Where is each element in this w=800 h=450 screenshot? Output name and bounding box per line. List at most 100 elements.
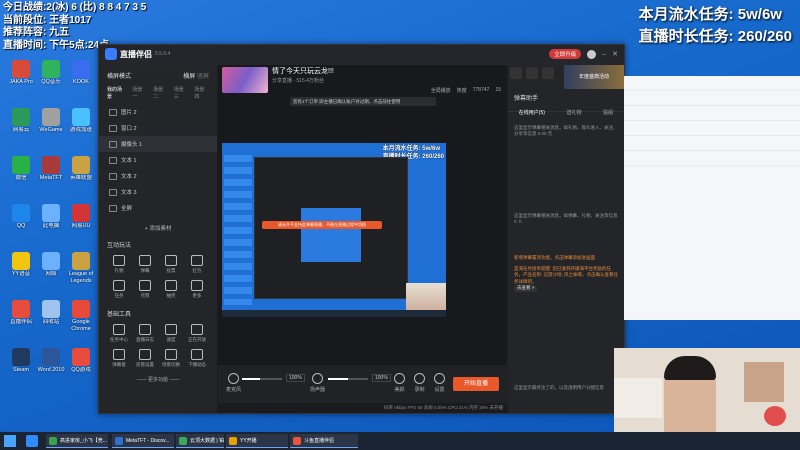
scene-item[interactable]: 全屏 bbox=[99, 200, 217, 216]
tab-scene[interactable]: 场景三 bbox=[174, 86, 189, 100]
list-item[interactable] bbox=[624, 121, 800, 136]
tool-item[interactable]: 速度 bbox=[159, 324, 183, 343]
list-item[interactable] bbox=[624, 106, 800, 121]
tool-item[interactable]: 场景切换 bbox=[159, 349, 183, 368]
start-icon[interactable] bbox=[4, 435, 16, 447]
desktop-icon[interactable]: YY语音 bbox=[6, 252, 36, 284]
room-stat[interactable]: 全局播放 bbox=[431, 87, 451, 94]
mic-slider[interactable] bbox=[242, 378, 282, 380]
list-item[interactable] bbox=[624, 91, 800, 106]
avatar[interactable] bbox=[587, 49, 597, 59]
tool-label: 正在开放 bbox=[188, 337, 206, 342]
minimize-icon[interactable]: – bbox=[602, 51, 606, 58]
desktop-icon[interactable]: QQ游戏 bbox=[66, 348, 96, 380]
room-title[interactable]: 情了今天只玩云龙!!! bbox=[272, 67, 334, 77]
desktop-icon[interactable]: 网易UU bbox=[66, 204, 96, 236]
desktop-icon[interactable]: Word 2010 bbox=[36, 348, 66, 380]
desktop-icon[interactable]: 此电脑 bbox=[36, 204, 66, 236]
speaker-control[interactable]: 扬声器 bbox=[310, 373, 325, 393]
taskbar-app[interactable]: 斗鱼直播伴侣 bbox=[290, 434, 358, 448]
tab-scene[interactable]: 场景四 bbox=[194, 86, 209, 100]
list-item[interactable] bbox=[624, 151, 800, 166]
tool-item[interactable]: 直播日志 bbox=[133, 324, 157, 343]
desktop-icon[interactable]: KOOK bbox=[66, 60, 96, 92]
settings-button[interactable]: 设置 bbox=[434, 373, 445, 393]
desktop-icon[interactable]: 网易云 bbox=[6, 108, 36, 140]
tool-item[interactable]: 红包 bbox=[185, 255, 209, 274]
tool-item[interactable]: 礼物 bbox=[107, 255, 131, 274]
notice-bar[interactable]: 您有1个订单 即主播已确认账户对过期，点击前往使用 bbox=[290, 97, 436, 106]
scene-item[interactable]: 摄像头 1 bbox=[99, 136, 217, 152]
close-icon[interactable]: ✕ bbox=[612, 50, 618, 58]
tab-my-scenes[interactable]: 我的场景 bbox=[107, 86, 127, 100]
desktop-icon[interactable]: 回收站 bbox=[36, 300, 66, 332]
right-top-icon[interactable] bbox=[542, 67, 554, 79]
tab-boat[interactable]: 贴船 bbox=[603, 109, 613, 116]
scene-label: 图片 2 bbox=[121, 110, 137, 116]
tab-scene[interactable]: 场景一 bbox=[133, 86, 148, 100]
tool-item[interactable]: 任务 bbox=[107, 280, 131, 299]
tool-item[interactable]: 下播动态 bbox=[185, 349, 209, 368]
taskbar-app[interactable]: YY开播 bbox=[226, 434, 288, 448]
view-task-button[interactable]: 去查看 > bbox=[514, 285, 538, 292]
mode-portrait[interactable]: 竖屏 bbox=[197, 74, 209, 80]
taskbar-app[interactable]: 高进家房_小飞【竞... bbox=[46, 434, 108, 448]
scene-item[interactable]: 图片 2 bbox=[99, 104, 217, 120]
taskbar-app[interactable]: MetaTFT - Discov... bbox=[112, 434, 174, 448]
right-top-icon[interactable] bbox=[526, 67, 538, 79]
event-banner[interactable]: 年度盛典活动 bbox=[564, 65, 624, 89]
desktop-icon[interactable]: JAKA Pro bbox=[6, 60, 36, 92]
tab-gifts[interactable]: 送礼物 bbox=[567, 109, 582, 116]
speaker-slider[interactable] bbox=[328, 378, 368, 380]
stream-preview[interactable]: 本月流水任务: 5w/6w 直播时长任务: 260/260 请允许不支持此弹幕直… bbox=[222, 143, 446, 317]
record-button[interactable]: 录制 bbox=[414, 373, 425, 393]
beauty-button[interactable]: 美颜 bbox=[394, 373, 405, 393]
mode-landscape[interactable]: 横屏 bbox=[183, 74, 195, 80]
desktop-icon-label: QQ游戏 bbox=[71, 367, 91, 373]
desktop-icon[interactable]: 游戏加速 bbox=[66, 108, 96, 140]
tab-scene[interactable]: 场景二 bbox=[153, 86, 168, 100]
desktop-icon[interactable]: 直播伴侣 bbox=[6, 300, 36, 332]
add-source-button[interactable]: + 添加素材 bbox=[99, 224, 217, 232]
desktop-icon[interactable]: 网络 bbox=[36, 252, 66, 284]
desktop-icon-label: 微信 bbox=[15, 175, 27, 181]
desktop-icon[interactable]: MetaTFT bbox=[36, 156, 66, 188]
tool-item[interactable]: 抽奖 bbox=[159, 280, 183, 299]
list-item[interactable] bbox=[624, 76, 800, 91]
ie-icon[interactable] bbox=[26, 435, 38, 447]
tool-item[interactable]: 弹幕 bbox=[133, 255, 157, 274]
upgrade-button[interactable]: 立即升级 bbox=[549, 49, 582, 59]
desktop-icon[interactable]: 英雄联盟 bbox=[66, 156, 96, 188]
list-item[interactable] bbox=[624, 136, 800, 151]
taskbar-app[interactable]: 云顶大数据 | 铂金... bbox=[176, 434, 224, 448]
mic-control[interactable]: 麦克风 bbox=[226, 373, 241, 393]
tool-label: 任务 bbox=[114, 293, 124, 298]
more-functions-link[interactable]: —— 更多功能 —— bbox=[99, 376, 217, 383]
tool-item[interactable]: 投票 bbox=[159, 255, 183, 274]
tool-item[interactable]: 更多 bbox=[185, 280, 209, 299]
room-cover[interactable] bbox=[222, 67, 268, 93]
desktop-icon[interactable]: QQ bbox=[6, 204, 36, 236]
scene-item[interactable]: 文本 2 bbox=[99, 168, 217, 184]
right-top-icon[interactable] bbox=[510, 67, 522, 79]
go-live-button[interactable]: 开始直播 bbox=[453, 377, 499, 391]
desktop-icon[interactable]: League of Legends bbox=[66, 252, 96, 284]
scene-item[interactable]: 文本 3 bbox=[99, 184, 217, 200]
desktop-icon[interactable]: Google Chrome bbox=[66, 300, 96, 332]
tool-item[interactable]: 任务中心 bbox=[107, 324, 131, 343]
mode-label[interactable]: 横屏模式 bbox=[107, 71, 131, 80]
scene-item[interactable]: 文本 1 bbox=[99, 152, 217, 168]
desktop-icon[interactable]: Steam bbox=[6, 348, 36, 380]
desktop-icon[interactable]: 微信 bbox=[6, 156, 36, 188]
system-msg: 新增弹幕置顶功能，点击弹幕添加进画面 bbox=[514, 255, 595, 260]
desktop-icon[interactable]: WeGame bbox=[36, 108, 66, 140]
tool-item[interactable]: 房管设置 bbox=[133, 349, 157, 368]
app-icon bbox=[42, 252, 60, 270]
desktop-icon-label: 此电脑 bbox=[42, 223, 60, 229]
tool-item[interactable]: 正在开放 bbox=[185, 324, 209, 343]
tab-online-users[interactable]: 在线用户(5) bbox=[519, 109, 545, 116]
scene-item[interactable]: 窗口 2 bbox=[99, 120, 217, 136]
tool-item[interactable]: 弹幕窗 bbox=[107, 349, 131, 368]
desktop-icon[interactable]: QQ音乐 bbox=[36, 60, 66, 92]
tool-item[interactable]: 点赞 bbox=[133, 280, 157, 299]
